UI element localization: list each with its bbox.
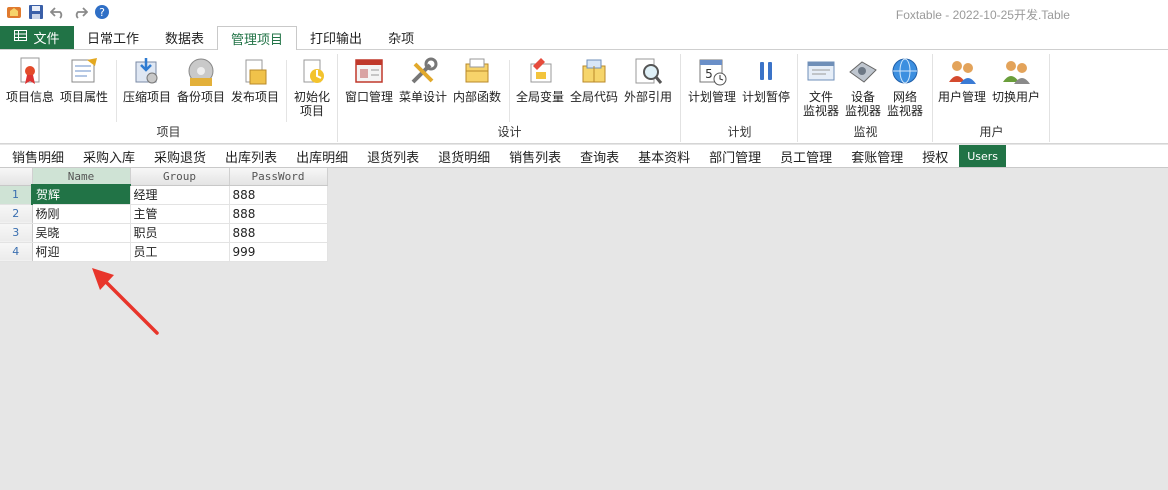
annotation-arrow bbox=[92, 268, 159, 335]
